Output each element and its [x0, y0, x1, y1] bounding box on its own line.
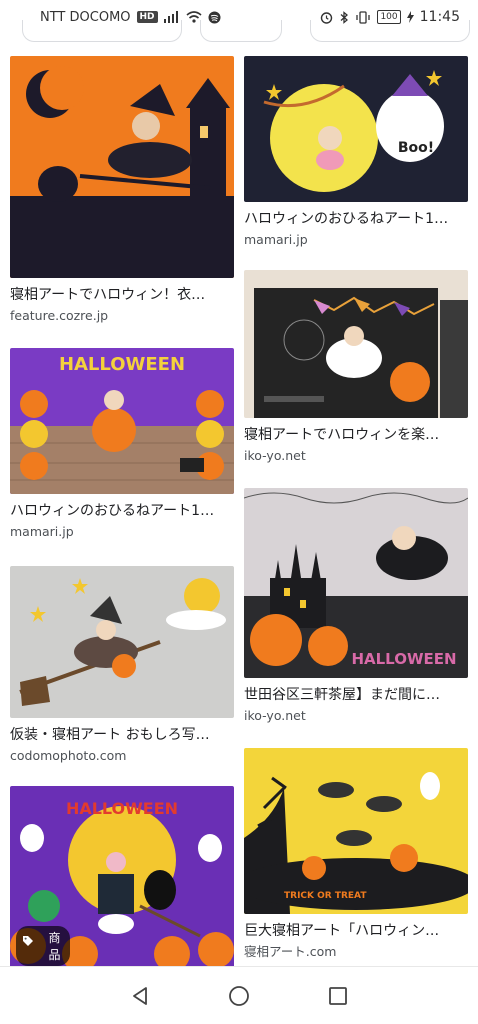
product-badge-label: 商品: [48, 931, 61, 962]
result-source[interactable]: 寝相アート.com: [244, 943, 468, 961]
result-title[interactable]: ハロウィンのおひるねアート1…: [10, 501, 234, 521]
image-result-card[interactable]: HALLOWEEN ハロウィンのおひるねアート1… mamari.jp: [10, 348, 234, 541]
image-result-card[interactable]: 仮装・寝相アート おもしろ写… codomophoto.com: [10, 566, 234, 765]
result-source[interactable]: iko-yo.net: [244, 707, 468, 725]
boo-text: Boo!: [398, 140, 434, 156]
image-result-card[interactable]: Boo! ハロウィンのおひるねアート1… mamari.jp: [244, 56, 468, 249]
filter-chip[interactable]: [22, 20, 182, 42]
back-triangle-icon: [132, 986, 147, 1005]
result-thumbnail[interactable]: Boo!: [244, 56, 468, 202]
result-source[interactable]: iko-yo.net: [244, 447, 468, 465]
filter-chips: [0, 20, 478, 44]
result-thumbnail[interactable]: [244, 270, 468, 418]
result-thumbnail[interactable]: TRICK OR TREAT: [244, 748, 468, 914]
result-thumbnail[interactable]: [10, 566, 234, 718]
image-result-card[interactable]: HALLOWEEN 商品: [10, 786, 234, 972]
system-nav-bar: [0, 966, 478, 1024]
home-circle-icon: [229, 985, 249, 1006]
image-result-card[interactable]: TRICK OR TREAT 巨大寝相アート「ハロウィン… 寝相アート.com: [244, 748, 468, 961]
recents-button[interactable]: [320, 978, 356, 1014]
image-result-card[interactable]: 寝相アートでハロウィンを楽… iko-yo.net: [244, 270, 468, 465]
banner-text: HALLOWEEN: [351, 650, 456, 668]
image-result-card[interactable]: 寝相アートでハロウィン！衣… feature.cozre.jp: [10, 56, 234, 325]
banner-text: HALLOWEEN: [66, 799, 178, 818]
result-thumbnail[interactable]: HALLOWEEN: [10, 348, 234, 494]
result-source[interactable]: mamari.jp: [244, 231, 468, 249]
result-thumbnail[interactable]: HALLOWEEN: [244, 488, 468, 678]
result-title[interactable]: ハロウィンのおひるねアート1…: [244, 209, 468, 229]
home-button[interactable]: [221, 978, 257, 1014]
result-title[interactable]: 巨大寝相アート「ハロウィン…: [244, 921, 468, 941]
result-thumbnail[interactable]: HALLOWEEN 商品: [10, 786, 234, 972]
product-badge: 商品: [16, 926, 71, 966]
result-title[interactable]: 寝相アートでハロウィン！衣…: [10, 285, 234, 305]
trick-or-treat-text: TRICK OR TREAT: [284, 891, 367, 901]
tag-icon: [23, 935, 33, 946]
result-source[interactable]: mamari.jp: [10, 523, 234, 541]
back-button[interactable]: [122, 978, 158, 1014]
result-source[interactable]: feature.cozre.jp: [10, 307, 234, 325]
result-title[interactable]: 仮装・寝相アート おもしろ写…: [10, 725, 234, 745]
filter-chip[interactable]: [310, 20, 470, 42]
result-thumbnail[interactable]: [10, 56, 234, 278]
image-result-card[interactable]: HALLOWEEN 世田谷区三軒茶屋】まだ間に… iko-yo.net: [244, 488, 468, 725]
filter-chip[interactable]: [200, 20, 282, 42]
result-title[interactable]: 世田谷区三軒茶屋】まだ間に…: [244, 685, 468, 705]
recents-square-icon: [329, 986, 348, 1005]
banner-text: HALLOWEEN: [59, 354, 185, 375]
result-title[interactable]: 寝相アートでハロウィンを楽…: [244, 425, 468, 445]
result-source[interactable]: codomophoto.com: [10, 747, 234, 765]
